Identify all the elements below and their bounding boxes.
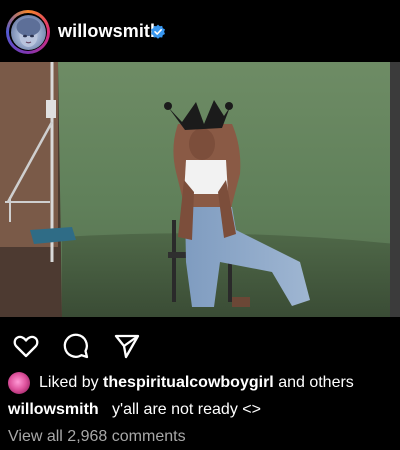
avatar-frame (9, 13, 47, 51)
likes-summary: Liked by thespiritualcowboygirl and othe… (8, 372, 400, 394)
caption-text: y'all are not ready <> (112, 401, 261, 418)
caption-username[interactable]: willowsmith (8, 401, 99, 418)
view-all-comments-link[interactable]: View all 2,968 comments (8, 428, 186, 446)
likes-prefix: Liked by (39, 374, 99, 391)
verified-badge-icon (151, 24, 165, 39)
send-icon[interactable] (113, 332, 141, 360)
avatar-image (10, 14, 46, 50)
post-actions (0, 330, 400, 360)
liker-username[interactable]: thespiritualcowboygirl (103, 374, 274, 392)
post-header: willowsmith (0, 0, 400, 62)
liker-avatar[interactable] (8, 372, 30, 394)
post-image[interactable] (0, 62, 400, 317)
photo-scene (0, 62, 400, 317)
post-caption: willowsmith y'all are not ready <> (8, 401, 261, 419)
comment-icon[interactable] (62, 332, 90, 360)
heart-icon[interactable] (12, 332, 40, 360)
avatar-illustration (16, 17, 40, 47)
post-username[interactable]: willowsmith (58, 21, 161, 42)
likes-suffix[interactable]: and others (278, 374, 354, 392)
profile-avatar[interactable] (6, 10, 50, 54)
